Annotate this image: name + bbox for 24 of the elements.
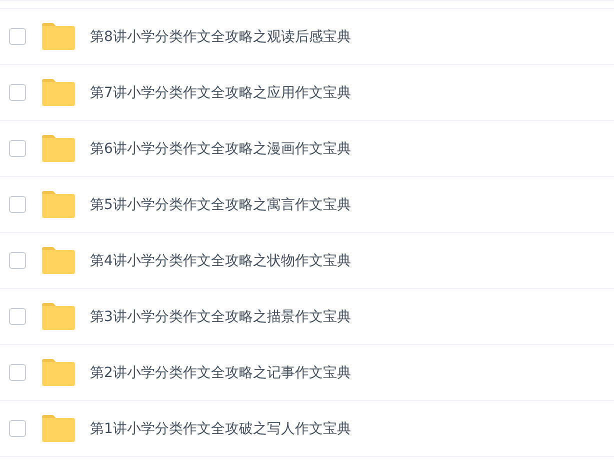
folder-icon (42, 247, 75, 274)
folder-name[interactable]: 第5讲小学分类作文全攻略之寓言作文宝典 (90, 196, 351, 214)
folder-name[interactable]: 第1讲小学分类作文全攻破之写人作文宝典 (90, 420, 351, 438)
folder-icon (42, 135, 75, 162)
folder-name[interactable]: 第8讲小学分类作文全攻略之观读后感宝典 (90, 28, 351, 46)
folder-icon (42, 79, 75, 106)
folder-icon (42, 359, 75, 386)
checkbox[interactable] (9, 420, 26, 437)
folder-icon (42, 415, 75, 442)
folder-icon (42, 23, 75, 50)
checkbox[interactable] (9, 308, 26, 325)
folder-icon (42, 303, 75, 330)
folder-name[interactable]: 第7讲小学分类作文全攻略之应用作文宝典 (90, 84, 351, 102)
checkbox[interactable] (9, 84, 26, 101)
checkbox[interactable] (9, 252, 26, 269)
checkbox[interactable] (9, 364, 26, 381)
folder-name[interactable]: 第4讲小学分类作文全攻略之状物作文宝典 (90, 252, 351, 270)
checkbox[interactable] (9, 140, 26, 157)
folder-name[interactable]: 第3讲小学分类作文全攻略之描景作文宝典 (90, 308, 351, 326)
folder-name[interactable]: 第2讲小学分类作文全攻略之记事作文宝典 (90, 364, 351, 382)
checkbox[interactable] (9, 196, 26, 213)
folder-icon (42, 191, 75, 218)
folder-name[interactable]: 第6讲小学分类作文全攻略之漫画作文宝典 (90, 140, 351, 158)
checkbox[interactable] (9, 28, 26, 45)
